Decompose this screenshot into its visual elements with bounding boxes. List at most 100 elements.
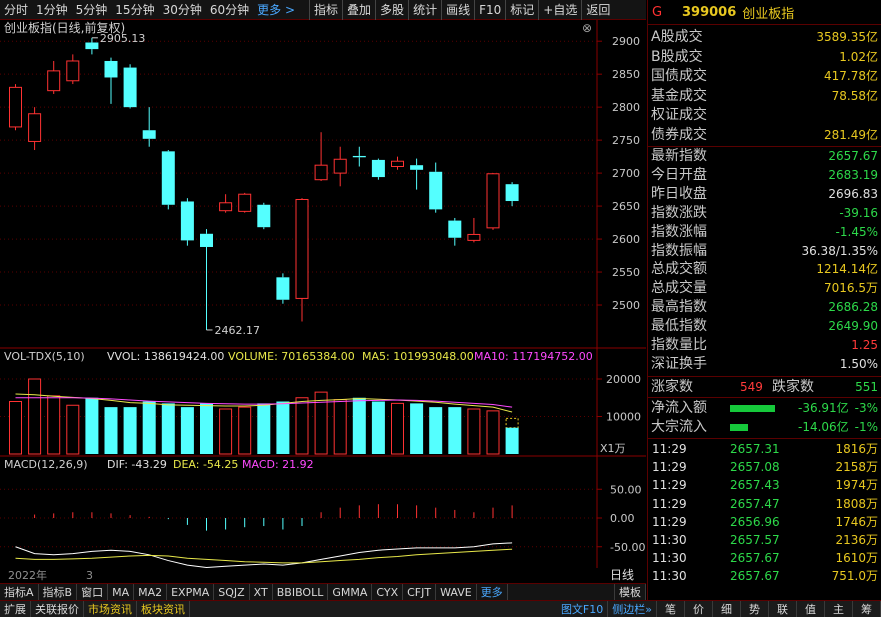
tab-window[interactable]: 窗口 <box>77 583 109 601</box>
tab-sqjz[interactable]: SQJZ <box>214 583 250 601</box>
indicator-button[interactable]: 指标 <box>309 0 342 20</box>
price-axis-label: 2700 <box>612 167 640 180</box>
row-label: 国债成交 <box>651 68 707 84</box>
fund-flow-row: 大宗流入 -14.06亿 -1% <box>648 418 881 436</box>
candle <box>9 84 22 131</box>
quote-prefix: G <box>652 4 663 20</box>
candle-body <box>333 158 347 174</box>
index-row: 指数涨幅 -1.45% <box>648 223 881 241</box>
statistics-button[interactable]: 统计 <box>408 0 441 20</box>
tab-ma2[interactable]: MA2 <box>134 583 168 601</box>
tab-gmma[interactable]: GMMA <box>328 583 373 601</box>
tick-volume: 1974万 <box>835 478 878 493</box>
footer-tab-trend[interactable]: 势 <box>741 600 769 617</box>
vol-volume: VOLUME: 70165384.00 <box>228 350 355 363</box>
volume-axis-label: 20000 <box>606 373 641 386</box>
tab-5min[interactable]: 5分钟 <box>72 0 112 20</box>
tab-indicator-b[interactable]: 指标B <box>39 583 78 601</box>
index-row: 最新指数 2657.67 <box>648 147 881 165</box>
footer-tab-main[interactable]: 主 <box>825 600 853 617</box>
tab-intraday[interactable]: 分时 <box>0 0 32 20</box>
draw-line-button[interactable]: 画线 <box>441 0 474 20</box>
footer-tab-chips[interactable]: 筹 <box>853 600 881 617</box>
tab-indicator-a[interactable]: 指标A <box>0 583 39 601</box>
row-label: 昨日收盘 <box>651 185 707 202</box>
template-button[interactable]: 模板 <box>614 583 646 601</box>
candle <box>448 217 462 246</box>
footer-related-quotes[interactable]: 关联报价 <box>31 600 84 617</box>
tab-xt[interactable]: XT <box>250 583 273 601</box>
tick-price: 2657.43 <box>730 478 780 493</box>
quote-code: 399006 <box>682 4 737 20</box>
vol-title: VOL-TDX(5,10) <box>4 350 85 363</box>
tab-cfjt[interactable]: CFJT <box>403 583 437 601</box>
volume-bar <box>200 403 213 454</box>
tick-time: 11:30 <box>652 569 687 584</box>
overlay-button[interactable]: 叠加 <box>342 0 375 20</box>
row-value: 78.58亿 <box>831 88 878 103</box>
index-row: 今日开盘 2683.19 <box>648 166 881 184</box>
footer-tab-value[interactable]: 值 <box>797 600 825 617</box>
candle-body <box>314 164 328 181</box>
candle-body <box>66 60 80 82</box>
footer-tab-linked[interactable]: 联 <box>769 600 797 617</box>
tab-expma[interactable]: EXPMA <box>167 583 215 601</box>
footer-market-news[interactable]: 市场资讯 <box>84 600 137 617</box>
back-button[interactable]: 返回 <box>581 0 614 20</box>
index-row: 总成交量 7016.5万 <box>648 279 881 297</box>
advance-decline-row: 涨家数 549 跌家数 551 <box>648 378 881 396</box>
row-label: 权证成交 <box>651 107 707 123</box>
row-label: 指数振幅 <box>651 242 707 259</box>
low-price-label: 2462.17 <box>215 324 261 337</box>
tab-bbiboll[interactable]: BBIBOLL <box>273 583 329 601</box>
flow-pct: -3% <box>854 401 878 415</box>
fall-value: 551 <box>855 380 878 394</box>
footer-tab-trades[interactable]: 笔 <box>657 600 685 617</box>
kline-chart[interactable]: 创业板指(日线,前复权) ⊗ 2900285028002750270026502… <box>0 20 646 568</box>
row-label: 指数涨跌 <box>651 204 707 221</box>
tick-row: 11:29 2657.31 1816万 <box>648 440 881 458</box>
row-value: -1.45% <box>835 224 878 239</box>
f10-button[interactable]: F10 <box>474 0 505 20</box>
candle <box>276 273 290 304</box>
turnover-row: 债券成交 281.49亿 <box>648 126 881 144</box>
mark-button[interactable]: 标记 <box>505 0 538 20</box>
tab-ma[interactable]: MA <box>108 583 135 601</box>
footer-tab-detail[interactable]: 细 <box>713 600 741 617</box>
candle <box>486 173 500 230</box>
tab-60min[interactable]: 60分钟 <box>206 0 253 20</box>
tab-1min[interactable]: 1分钟 <box>32 0 72 20</box>
flow-bar <box>730 405 775 412</box>
quote-name: 创业板指 <box>742 6 795 22</box>
footer-sector-news[interactable]: 板块资讯 <box>137 600 190 617</box>
candle <box>123 64 137 109</box>
more-periods-button[interactable]: 更多 > <box>253 0 299 20</box>
tab-cyx[interactable]: CYX <box>372 583 404 601</box>
footer-expand[interactable]: 扩展 <box>0 600 31 617</box>
close-pane-icon[interactable]: ⊗ <box>582 21 592 35</box>
macd-grid <box>0 488 597 548</box>
add-watchlist-button[interactable]: +自选 <box>538 0 581 20</box>
candle-body <box>47 70 61 92</box>
footer-sidebar-button[interactable]: 侧边栏» <box>608 600 657 617</box>
tick-time: 11:29 <box>652 514 687 529</box>
candle <box>410 158 424 190</box>
row-label: 最新指数 <box>651 148 707 164</box>
footer-f10-button[interactable]: 图文F10 <box>557 600 609 617</box>
tab-30min[interactable]: 30分钟 <box>159 0 206 20</box>
row-label: 指数涨幅 <box>651 223 707 240</box>
turnover-row: 国债成交 417.78亿 <box>648 67 881 85</box>
volume-bar <box>238 406 252 455</box>
footer-tab-price[interactable]: 价 <box>685 600 713 617</box>
tick-volume: 1746万 <box>835 514 878 529</box>
volume-bar <box>467 408 481 455</box>
tab-15min[interactable]: 15分钟 <box>111 0 158 20</box>
candle <box>47 60 61 94</box>
tick-volume: 751.0万 <box>831 569 878 584</box>
multi-stock-button[interactable]: 多股 <box>375 0 408 20</box>
tab-wave[interactable]: WAVE <box>436 583 477 601</box>
tab-more[interactable]: 更多 <box>477 583 508 601</box>
candle <box>104 57 118 104</box>
macd-dif-line <box>15 542 513 568</box>
candle-body <box>410 165 424 170</box>
